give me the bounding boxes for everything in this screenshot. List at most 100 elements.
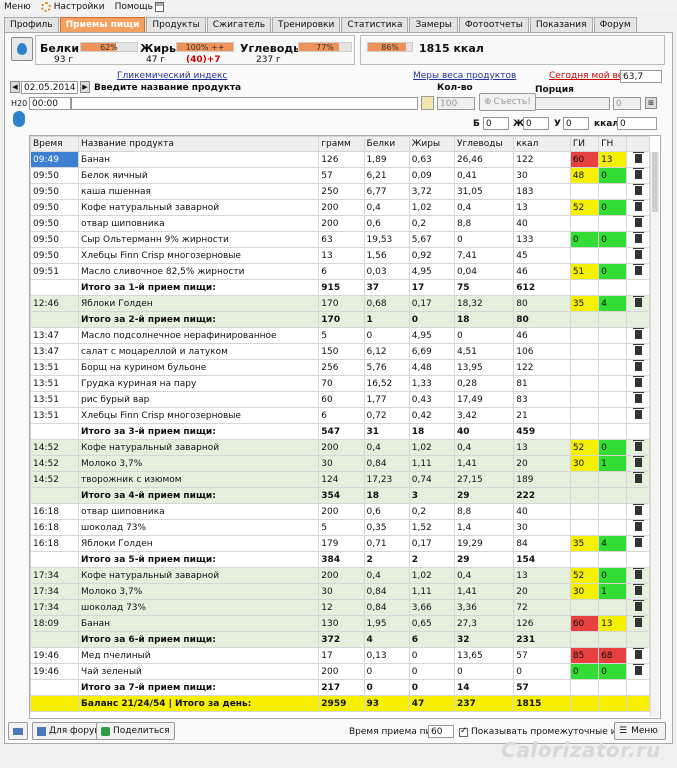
eat-button[interactable]: ⊕ Съесть! [479,93,536,111]
show-subtotals-toggle[interactable]: Показывать промежуточные итоги [459,726,638,737]
table-row[interactable]: 17:34 шоколад 73% 12 0,84 3,66 3,36 72 [30,599,650,616]
tab-0[interactable]: Профиль [4,17,59,32]
table-row[interactable]: 09:50 отвар шиповника 200 0,6 0,2 8,8 40 [30,215,650,232]
table-row[interactable]: 14:52 Кофе натуральный заварной 200 0,4 1,02… [30,439,650,456]
trash-icon[interactable] [634,649,642,659]
tab-8[interactable]: Показания [529,17,593,32]
table-row[interactable]: 17:34 Молоко 3,7% 30 0,84 1,11 1,41 20 30 1 [30,583,650,600]
column-header-3[interactable]: Белки [363,136,410,152]
water-level-icon[interactable] [13,111,25,127]
mini-protein-input[interactable]: 0 [483,117,509,130]
table-row[interactable]: 13:51 рис бурый вар 60 1,77 0,43 17,49 83 [30,391,650,408]
table-row[interactable]: 09:50 каша пшенная 250 6,77 3,72 31,05 183 [30,183,650,200]
table-row[interactable]: 14:52 Молоко 3,7% 30 0,84 1,11 1,41 20 30 1 [30,455,650,472]
trash-icon[interactable] [634,297,642,307]
tab-9[interactable]: Форум [593,17,637,32]
tab-1[interactable]: Приемы пищи [59,17,146,32]
table-row[interactable]: 09:50 Сыр Ольтерманн 9% жирности 63 19,53 5,… [30,231,650,248]
tab-4[interactable]: Тренировки [272,17,341,32]
table-row[interactable]: 09:49 Банан 126 1,89 0,63 26,46 122 60 13 [30,151,650,168]
table-row[interactable]: 19:46 Мед пчелиный 17 0,13 0 13,65 57 85 68 [30,647,650,664]
trash-icon[interactable] [634,153,642,163]
weight-input[interactable]: 63,7 [620,70,662,83]
column-header-8[interactable]: ГН [598,136,628,152]
table-row[interactable]: 09:51 Масло сливочное 82,5% жирности 6 0,03… [30,263,650,280]
table-row[interactable]: 16:18 отвар шиповника 200 0,6 0,2 8,8 40 [30,503,650,520]
weight-today-link[interactable]: Сегодня мой вес: [549,71,631,81]
trash-icon[interactable] [634,329,642,339]
mini-kcal-input[interactable]: 0 [617,117,657,130]
tab-7[interactable]: Фотоотчеты [458,17,529,32]
table-row[interactable]: 18:09 Банан 130 1,95 0,65 27,3 126 60 13 [30,615,650,632]
trash-icon[interactable] [634,361,642,371]
table-row[interactable]: 13:47 салат с моцареллой и латуком 150 6,12… [30,343,650,360]
trash-icon[interactable] [634,217,642,227]
table-row[interactable]: 09:50 Кофе натуральный заварной 200 0,4 1,02… [30,199,650,216]
mini-carbs-input[interactable]: 0 [563,117,589,130]
trash-icon[interactable] [634,569,642,579]
table-row[interactable]: 16:18 шоколад 73% 5 0,35 1,52 1,4 30 [30,519,650,536]
portion-select[interactable] [535,97,610,110]
tab-5[interactable]: Статистика [341,17,409,32]
table-row[interactable]: 13:47 Масло подсолнечное нерафинированное… [30,327,650,344]
mini-fat-input[interactable]: 0 [523,117,549,130]
scrollbar-thumb[interactable] [652,152,658,212]
water-button[interactable] [11,37,33,61]
trash-icon[interactable] [634,473,642,483]
calculator-icon[interactable] [154,2,164,12]
trash-icon[interactable] [634,585,642,595]
table-row[interactable]: 17:34 Кофе натуральный заварной 200 0,4 1,02… [30,567,650,584]
tab-3[interactable]: Сжигатель [206,17,272,32]
product-search-input[interactable] [71,97,418,110]
column-header-0[interactable]: Время [30,136,80,152]
brush-icon[interactable] [421,96,434,110]
table-row[interactable]: 19:46 Чай зеленый 200 0 0 0 0 0 0 [30,663,650,680]
next-day-button[interactable]: ▶ [80,81,90,93]
trash-icon[interactable] [634,505,642,515]
table-row[interactable]: 14:52 творожник с изюмом 124 17,23 0,74 27,15… [30,471,650,488]
trash-icon[interactable] [634,233,642,243]
column-header-9[interactable] [626,136,650,152]
trash-icon[interactable] [634,665,642,675]
tab-6[interactable]: Замеры [409,17,458,32]
trash-icon[interactable] [634,393,642,403]
column-header-6[interactable]: ккал [513,136,571,152]
column-header-7[interactable]: ГИ [569,136,600,152]
share-button[interactable]: Поделиться [96,722,175,740]
trash-icon[interactable] [634,601,642,611]
trash-icon[interactable] [634,409,642,419]
menu-help[interactable]: Помощь [115,2,164,12]
table-row[interactable]: 12:46 Яблоки Голден 170 0,68 0,17 18,32 80 35 4 [30,295,650,312]
show-subtotals-checkbox[interactable] [459,726,468,737]
trash-icon[interactable] [634,265,642,275]
table-row[interactable]: 13:51 Хлебцы Finn Crisp многозерновые 6 0,7… [30,407,650,424]
weight-measures-link[interactable]: Меры веса продуктов [413,71,516,81]
trash-icon[interactable] [634,441,642,451]
grid-scrollbar[interactable] [650,152,659,717]
trash-icon[interactable] [634,201,642,211]
portion-count[interactable]: 0 [613,97,641,110]
column-header-1[interactable]: Название продукта [78,136,320,152]
menu-settings[interactable]: Настройки [40,2,105,12]
portion-apply-button[interactable]: ⊞ [645,97,657,109]
column-header-5[interactable]: Углеводы [453,136,515,152]
qty-input[interactable]: 100 [437,97,475,110]
trash-icon[interactable] [634,345,642,355]
trash-icon[interactable] [634,249,642,259]
date-input[interactable]: 02.05.2014 [21,81,78,94]
trash-icon[interactable] [634,537,642,547]
trash-icon[interactable] [634,521,642,531]
table-row[interactable]: 13:51 Грудка куриная на пару 70 16,52 1,33 0,… [30,375,650,392]
trash-icon[interactable] [634,457,642,467]
meal-interval-select[interactable]: 60 [428,725,454,738]
keyboard-button[interactable] [8,722,28,740]
trash-icon[interactable] [634,617,642,627]
trash-icon[interactable] [634,185,642,195]
column-header-2[interactable]: грамм [318,136,365,152]
prev-day-button[interactable]: ◀ [10,81,20,93]
tab-2[interactable]: Продукты [146,17,206,32]
trash-icon[interactable] [634,377,642,387]
menu-file[interactable]: Меню [4,2,31,12]
table-row[interactable]: 13:51 Борщ на курином бульоне 256 5,76 4,48 1… [30,359,650,376]
time-input[interactable]: 00:00 [29,97,71,110]
